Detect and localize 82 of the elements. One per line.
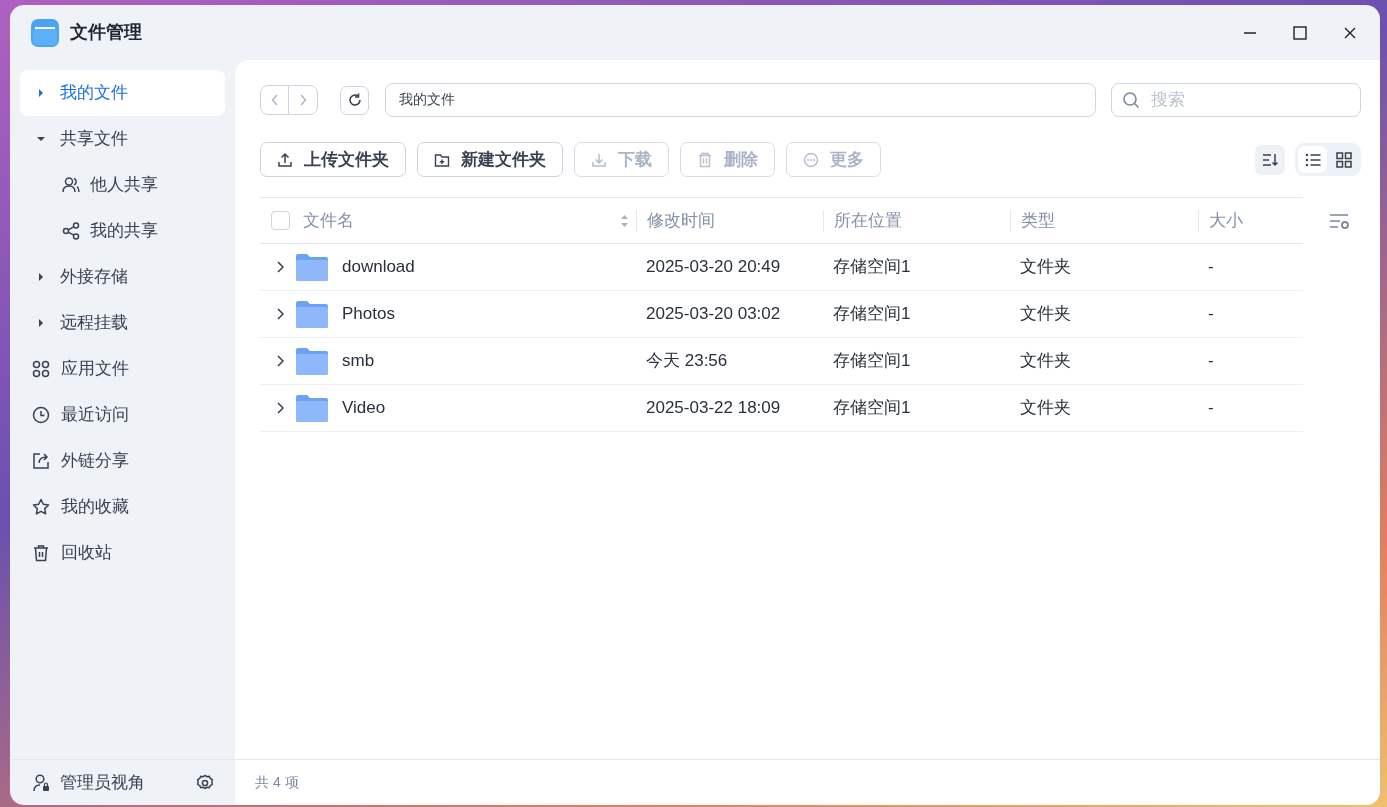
sidebar-item[interactable]: 远程挂载 — [20, 300, 225, 346]
back-icon — [270, 94, 279, 106]
list-view-icon — [1304, 151, 1321, 168]
storage-location: 存储空间1 — [833, 257, 911, 277]
modified-time: 今天 23:56 — [646, 351, 728, 371]
sidebar-item[interactable]: 我的共享 — [20, 208, 225, 254]
search-field[interactable]: 搜索 — [1111, 83, 1361, 117]
folder-plus-icon — [434, 151, 450, 168]
storage-location: 存储空间1 — [833, 351, 911, 371]
file-type: 文件夹 — [1020, 304, 1071, 324]
forward-icon — [299, 94, 307, 106]
sidebar-item[interactable]: 应用文件 — [20, 346, 225, 392]
sidebar-item[interactable]: 我的收藏 — [20, 484, 225, 530]
more-dots-icon — [803, 151, 819, 168]
expand-chevron-icon — [276, 402, 285, 414]
sidebar-item[interactable]: 我的文件 — [20, 70, 225, 116]
trash-icon — [32, 544, 50, 562]
refresh-icon — [346, 92, 363, 108]
path-field[interactable]: 我的文件 — [385, 83, 1096, 117]
file-row[interactable]: Photos 2025-03-20 03:02 存储空间1 文件夹 - — [260, 291, 1303, 338]
folder-icon — [296, 253, 328, 281]
admin-user-icon — [33, 773, 50, 792]
window-title: 文件管理 — [70, 21, 142, 44]
column-settings-icon — [1329, 213, 1351, 229]
file-row[interactable]: smb 今天 23:56 存储空间1 文件夹 - — [260, 338, 1303, 385]
expand-chevron-icon — [276, 261, 285, 273]
trash-icon — [697, 151, 713, 168]
sort-arrows-icon — [620, 213, 629, 228]
folder-icon — [296, 394, 328, 422]
sidebar-item[interactable]: 外接存储 — [20, 254, 225, 300]
modified-time: 2025-03-20 03:02 — [646, 304, 781, 324]
refresh-button[interactable] — [340, 85, 369, 115]
list-view-button[interactable] — [1298, 146, 1327, 173]
sort-button[interactable] — [1255, 144, 1285, 175]
file-size: - — [1208, 257, 1214, 277]
minimize-icon — [1243, 31, 1257, 34]
share-out-icon — [32, 452, 50, 470]
sidebar-item[interactable]: 最近访问 — [20, 392, 225, 438]
folder-icon — [296, 300, 328, 328]
storage-location: 存储空间1 — [833, 398, 911, 418]
sidebar-item[interactable]: 外链分享 — [20, 438, 225, 484]
sidebar-item[interactable]: 他人共享 — [20, 162, 225, 208]
share-nodes-icon — [62, 222, 80, 240]
clock-icon — [32, 406, 50, 424]
download-icon — [591, 151, 607, 168]
modified-time: 2025-03-22 18:09 — [646, 398, 781, 418]
file-name: Photos — [342, 303, 395, 326]
file-type: 文件夹 — [1020, 398, 1071, 418]
modified-time: 2025-03-20 20:49 — [646, 257, 781, 277]
settings-icon — [196, 773, 214, 792]
star-icon — [32, 498, 50, 516]
search-icon — [1122, 91, 1140, 109]
file-name: download — [342, 256, 415, 279]
sidebar-item[interactable]: 共享文件 — [20, 116, 225, 162]
file-row[interactable]: Video 2025-03-22 18:09 存储空间1 文件夹 - — [260, 385, 1303, 432]
maximize-icon — [1293, 25, 1307, 40]
upload-icon — [277, 151, 293, 168]
toolbar-button[interactable]: 新建文件夹 — [417, 142, 563, 177]
users-icon — [62, 176, 80, 194]
folder-app-icon — [31, 18, 59, 47]
file-type: 文件夹 — [1020, 257, 1071, 277]
grid-view-icon — [1335, 151, 1352, 168]
close-icon — [1343, 25, 1357, 40]
select-all-checkbox[interactable] — [271, 211, 290, 230]
column-settings-button[interactable] — [1329, 212, 1351, 230]
file-type: 文件夹 — [1020, 351, 1071, 371]
file-size: - — [1208, 351, 1214, 371]
file-size: - — [1208, 398, 1214, 418]
file-row[interactable]: download 2025-03-20 20:49 存储空间1 文件夹 - — [260, 244, 1303, 291]
storage-location: 存储空间1 — [833, 304, 911, 324]
expand-chevron-icon — [276, 308, 285, 320]
file-size: - — [1208, 304, 1214, 324]
sort-icon — [1262, 152, 1278, 167]
file-name: smb — [342, 350, 375, 373]
expand-chevron-icon — [276, 355, 285, 367]
apps-grid-icon — [32, 360, 50, 378]
folder-icon — [296, 347, 328, 375]
admin-view-label: 管理员视角 — [60, 771, 145, 794]
toolbar-button[interactable]: 上传文件夹 — [260, 142, 406, 177]
sidebar-item[interactable]: 回收站 — [20, 530, 225, 576]
item-count: 共 4 项 — [255, 773, 299, 792]
file-name: Video — [342, 397, 386, 420]
